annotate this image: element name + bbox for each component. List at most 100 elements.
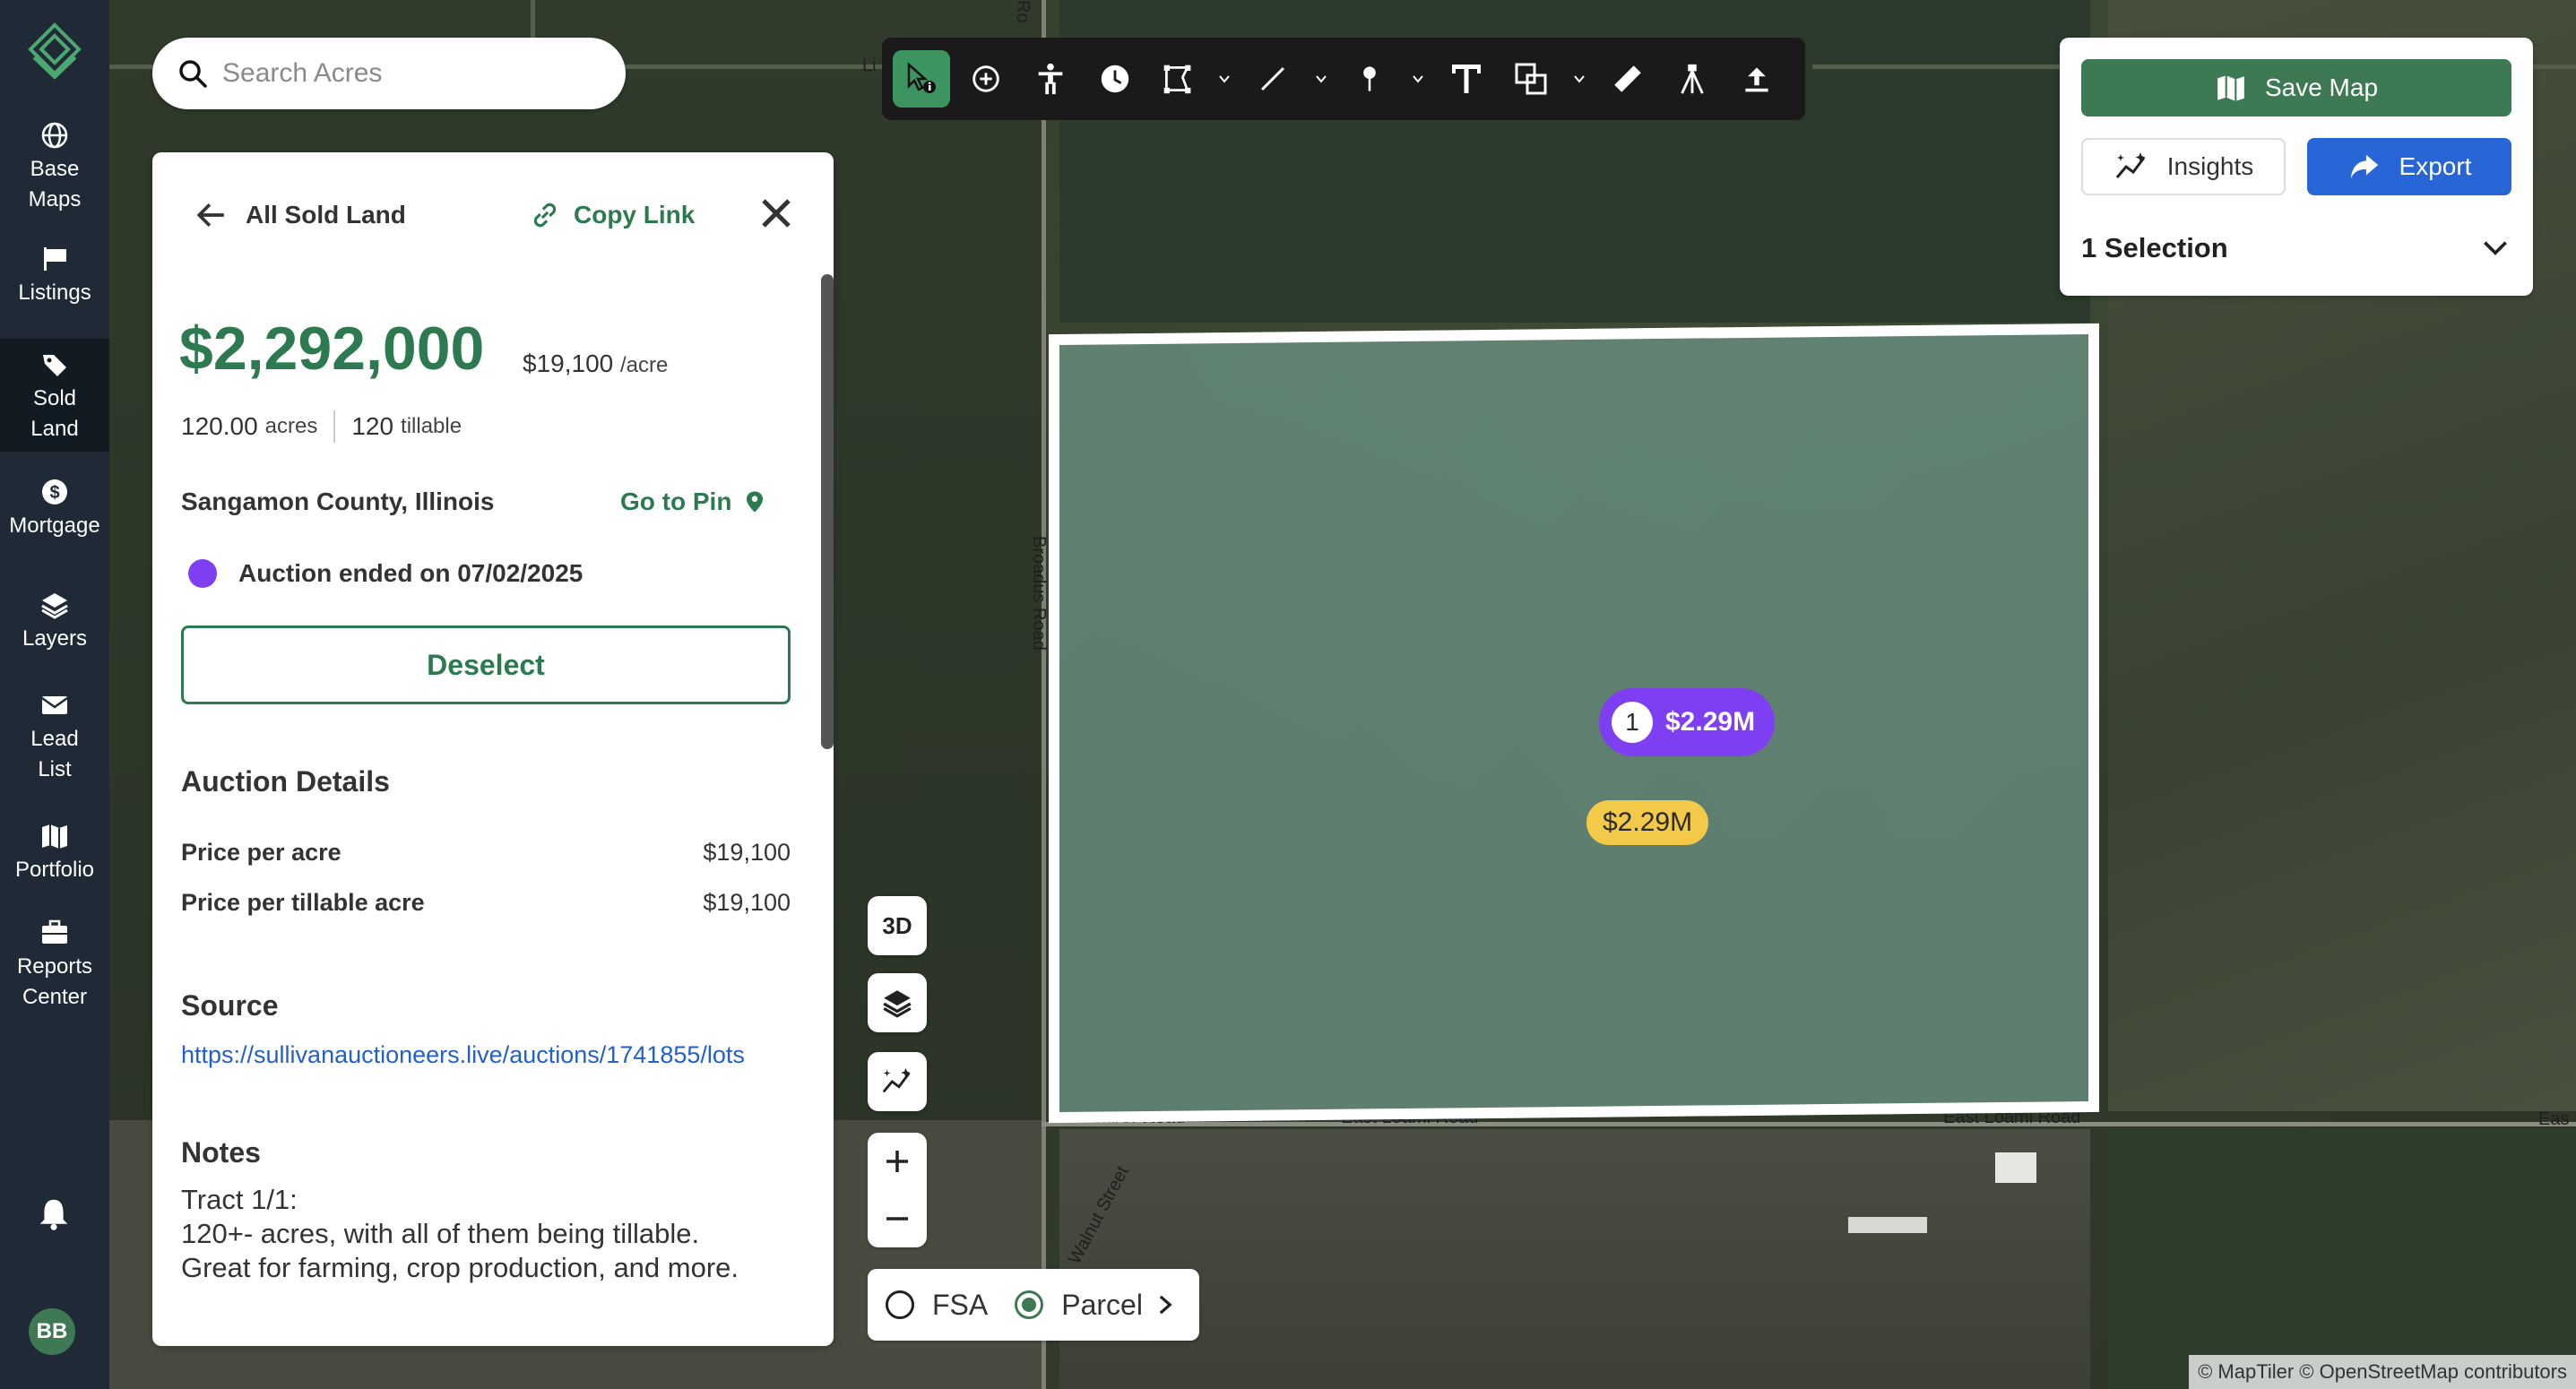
pin-tool[interactable] [1346, 56, 1393, 102]
left-nav: Base Maps Listings Sold Land $ Mortgage … [0, 0, 109, 1389]
detail-value: $19,100 [703, 839, 791, 866]
road-east-loami [1042, 1122, 2576, 1126]
nav-label: Center [22, 985, 88, 1009]
shapes-tool[interactable] [1508, 56, 1554, 102]
map-attribution[interactable]: © MapTiler © OpenStreetMap contributors [2189, 1355, 2576, 1389]
survey-icon [1681, 64, 1704, 94]
shapes-icon [1515, 63, 1547, 95]
road-label-top: Ro [1013, 0, 1033, 23]
road-label-broadus: Broadus Road [1029, 536, 1049, 651]
boundary-layer-toggle: FSA Parcel [868, 1269, 1199, 1341]
nav-base-maps[interactable]: Base Maps [0, 116, 109, 217]
polygon-tool[interactable] [1154, 56, 1201, 102]
chevron-down-icon [2484, 241, 2507, 255]
share-arrow-icon [2350, 154, 2378, 179]
insights-icon [882, 1067, 911, 1093]
acres-value: 120.00 [181, 412, 258, 440]
source-link[interactable]: https://sullivanauctioneers.live/auction… [181, 1041, 745, 1069]
insights-icon [2115, 152, 2146, 178]
polygon-icon [1163, 65, 1191, 94]
person-tool[interactable] [1027, 56, 1074, 102]
nav-sold-land[interactable]: Sold Land [0, 339, 109, 452]
add-point-tool[interactable] [963, 56, 1009, 102]
auction-details-title: Auction Details [181, 765, 390, 798]
auction-status-text: Auction ended on 07/02/2025 [238, 559, 583, 587]
fsa-radio[interactable] [886, 1290, 914, 1319]
text-tool[interactable] [1443, 56, 1490, 102]
price-per-acre-value: $19,100 [523, 349, 614, 377]
status-dot [188, 559, 217, 588]
parcel-price-marker[interactable]: $2.29M [1586, 800, 1709, 845]
export-button[interactable]: Export [2307, 138, 2511, 195]
selection-dropdown[interactable]: 1 Selection [2081, 226, 2511, 271]
tag-icon [43, 355, 66, 376]
farm-building [1848, 1217, 1927, 1233]
copy-link-button[interactable]: Copy Link [529, 199, 695, 231]
line-tool[interactable] [1249, 56, 1296, 102]
map-icon [42, 824, 67, 849]
svg-text:$: $ [49, 483, 59, 503]
auction-status: Auction ended on 07/02/2025 [188, 559, 583, 588]
chevron-down-icon[interactable] [1411, 72, 1425, 86]
pin-icon [1363, 66, 1376, 91]
nav-label: Portfolio [14, 858, 95, 882]
chevron-down-icon[interactable] [1217, 72, 1232, 86]
nav-mortgage[interactable]: $ Mortgage [0, 477, 109, 548]
search-icon [179, 60, 207, 88]
road-label-left-top: Li [862, 56, 877, 75]
nav-label: List [38, 757, 72, 781]
chevron-right-icon[interactable] [1154, 1293, 1177, 1316]
measure-tool[interactable] [1604, 56, 1651, 102]
deselect-button[interactable]: Deselect [181, 625, 791, 704]
3d-toggle-button[interactable]: 3D [868, 896, 927, 955]
nav-listings[interactable]: Listings [0, 244, 109, 315]
zoom-out-button[interactable] [868, 1190, 927, 1247]
go-to-pin-button[interactable]: Go to Pin [620, 487, 767, 516]
detail-value: $19,100 [703, 889, 791, 916]
briefcase-icon [42, 919, 67, 944]
avatar[interactable]: BB [29, 1308, 75, 1355]
sold-land-detail-panel: All Sold Land Copy Link $2,292,000 $19,1… [152, 152, 834, 1346]
layers-icon [883, 990, 912, 1018]
selection-label: 1 Selection [2081, 232, 2228, 263]
nav-reports-center[interactable]: Reports Center [0, 918, 109, 1018]
tillable-value: 120 [351, 412, 394, 440]
zoom-in-button[interactable] [868, 1133, 927, 1190]
acreage-row: 120.00 acres 120 tillable [181, 410, 462, 443]
app-logo-icon[interactable] [25, 22, 84, 81]
detail-label: Price per tillable acre [181, 889, 425, 916]
layers-control-button[interactable] [868, 973, 927, 1032]
marker-price: $2.29M [1665, 707, 1756, 737]
parcel-radio[interactable] [1015, 1290, 1044, 1319]
bell-icon[interactable] [36, 1195, 72, 1231]
close-icon[interactable] [755, 192, 798, 235]
sold-price-marker[interactable]: 1 $2.29M [1599, 688, 1776, 756]
notes-line: Great for farming, crop production, and … [181, 1252, 739, 1283]
save-map-button[interactable]: Save Map [2081, 59, 2511, 116]
upload-tool[interactable] [1733, 56, 1780, 102]
drawing-toolbar [882, 38, 1805, 120]
notes-line: Tract 1/1: [181, 1184, 298, 1215]
history-tool[interactable] [1092, 56, 1138, 102]
select-info-tool[interactable] [893, 50, 950, 108]
nav-portfolio[interactable]: Portfolio [0, 821, 109, 893]
map-actions-panel: Save Map Insights Export 1 Selection [2060, 38, 2533, 296]
nav-label: Layers [22, 626, 88, 651]
search-input[interactable] [222, 58, 581, 89]
map-field [1059, 1129, 2090, 1389]
nav-layers[interactable]: Layers [0, 590, 109, 661]
chevron-down-icon[interactable] [1314, 72, 1328, 86]
fsa-label: FSA [932, 1288, 989, 1321]
minus-icon [886, 1217, 908, 1221]
back-to-all-sold-land-button[interactable]: All Sold Land [195, 199, 406, 231]
person-icon [1038, 63, 1063, 95]
nav-lead-list[interactable]: Lead List [0, 690, 109, 790]
chevron-down-icon[interactable] [1572, 72, 1586, 86]
acres-unit: acres [264, 414, 318, 438]
search-bar[interactable] [152, 38, 626, 109]
selected-parcel[interactable] [1049, 323, 2099, 1124]
insights-control-button[interactable] [868, 1052, 927, 1111]
survey-tool[interactable] [1669, 56, 1716, 102]
insights-button[interactable]: Insights [2081, 138, 2286, 195]
panel-scrollbar[interactable] [821, 274, 834, 749]
